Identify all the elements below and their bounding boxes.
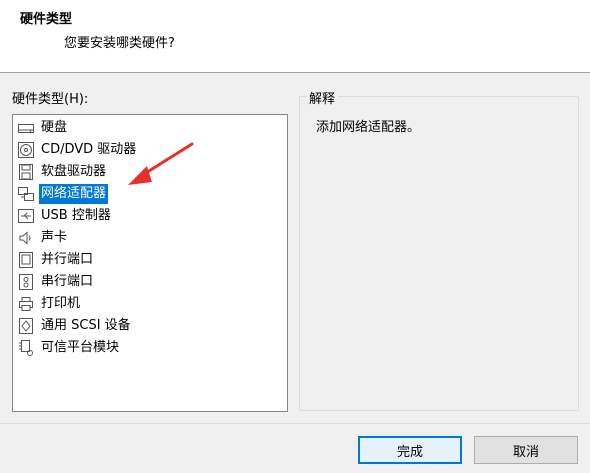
- list-item-serial-port[interactable]: 串行端口: [13, 271, 287, 293]
- list-item-hard-disk[interactable]: 硬盘: [13, 117, 287, 139]
- footer-divider: [0, 423, 590, 424]
- hardware-type-label: 硬件类型(H):: [12, 92, 89, 107]
- list-item-label: 声卡: [41, 230, 68, 245]
- list-item-label: USB 控制器: [41, 208, 111, 223]
- explanation-groupbox: [299, 96, 579, 411]
- list-item-label: 网络适配器: [39, 184, 109, 204]
- explanation-legend: 解释: [306, 88, 339, 107]
- list-item-network-adapter[interactable]: 网络适配器: [13, 183, 287, 205]
- list-item-floppy[interactable]: 软盘驱动器: [13, 161, 287, 183]
- cd-dvd-icon: [17, 141, 35, 159]
- header-divider: [0, 72, 590, 73]
- wizard-header: 硬件类型 您要安装哪类硬件?: [0, 0, 590, 72]
- list-item-label: 可信平台模块: [41, 340, 120, 355]
- tpm-icon: [17, 339, 35, 357]
- scsi-icon: [17, 317, 35, 335]
- network-adapter-icon: [17, 185, 35, 203]
- cancel-button[interactable]: 取消: [474, 436, 578, 464]
- list-item-tpm[interactable]: 可信平台模块: [13, 337, 287, 359]
- list-item-usb[interactable]: USB 控制器: [13, 205, 287, 227]
- list-item-label: CD/DVD 驱动器: [41, 142, 137, 157]
- header-title: 硬件类型: [20, 12, 73, 27]
- speaker-icon: [17, 229, 35, 247]
- list-item-label: 通用 SCSI 设备: [41, 318, 131, 333]
- list-item-cd-dvd[interactable]: CD/DVD 驱动器: [13, 139, 287, 161]
- list-item-label: 并行端口: [41, 252, 94, 267]
- list-item-label: 串行端口: [41, 274, 94, 289]
- parallel-port-icon: [17, 251, 35, 269]
- printer-icon: [17, 295, 35, 313]
- list-item-sound-card[interactable]: 声卡: [13, 227, 287, 249]
- list-item-label: 打印机: [41, 296, 81, 311]
- list-item-label: 软盘驱动器: [41, 164, 107, 179]
- serial-port-icon: [17, 273, 35, 291]
- hardware-type-list[interactable]: 硬盘 CD/DVD 驱动器 软盘驱动器 网络适配器 USB 控制器 声卡 并行端…: [12, 114, 288, 412]
- list-item-parallel-port[interactable]: 并行端口: [13, 249, 287, 271]
- finish-button[interactable]: 完成: [358, 436, 462, 464]
- list-item-scsi[interactable]: 通用 SCSI 设备: [13, 315, 287, 337]
- header-subtitle: 您要安装哪类硬件?: [64, 36, 175, 51]
- list-item-label: 硬盘: [41, 120, 68, 135]
- explanation-text: 添加网络适配器。: [316, 120, 421, 135]
- list-item-printer[interactable]: 打印机: [13, 293, 287, 315]
- hard-disk-icon: [17, 119, 35, 137]
- floppy-icon: [17, 163, 35, 181]
- usb-icon: [17, 207, 35, 225]
